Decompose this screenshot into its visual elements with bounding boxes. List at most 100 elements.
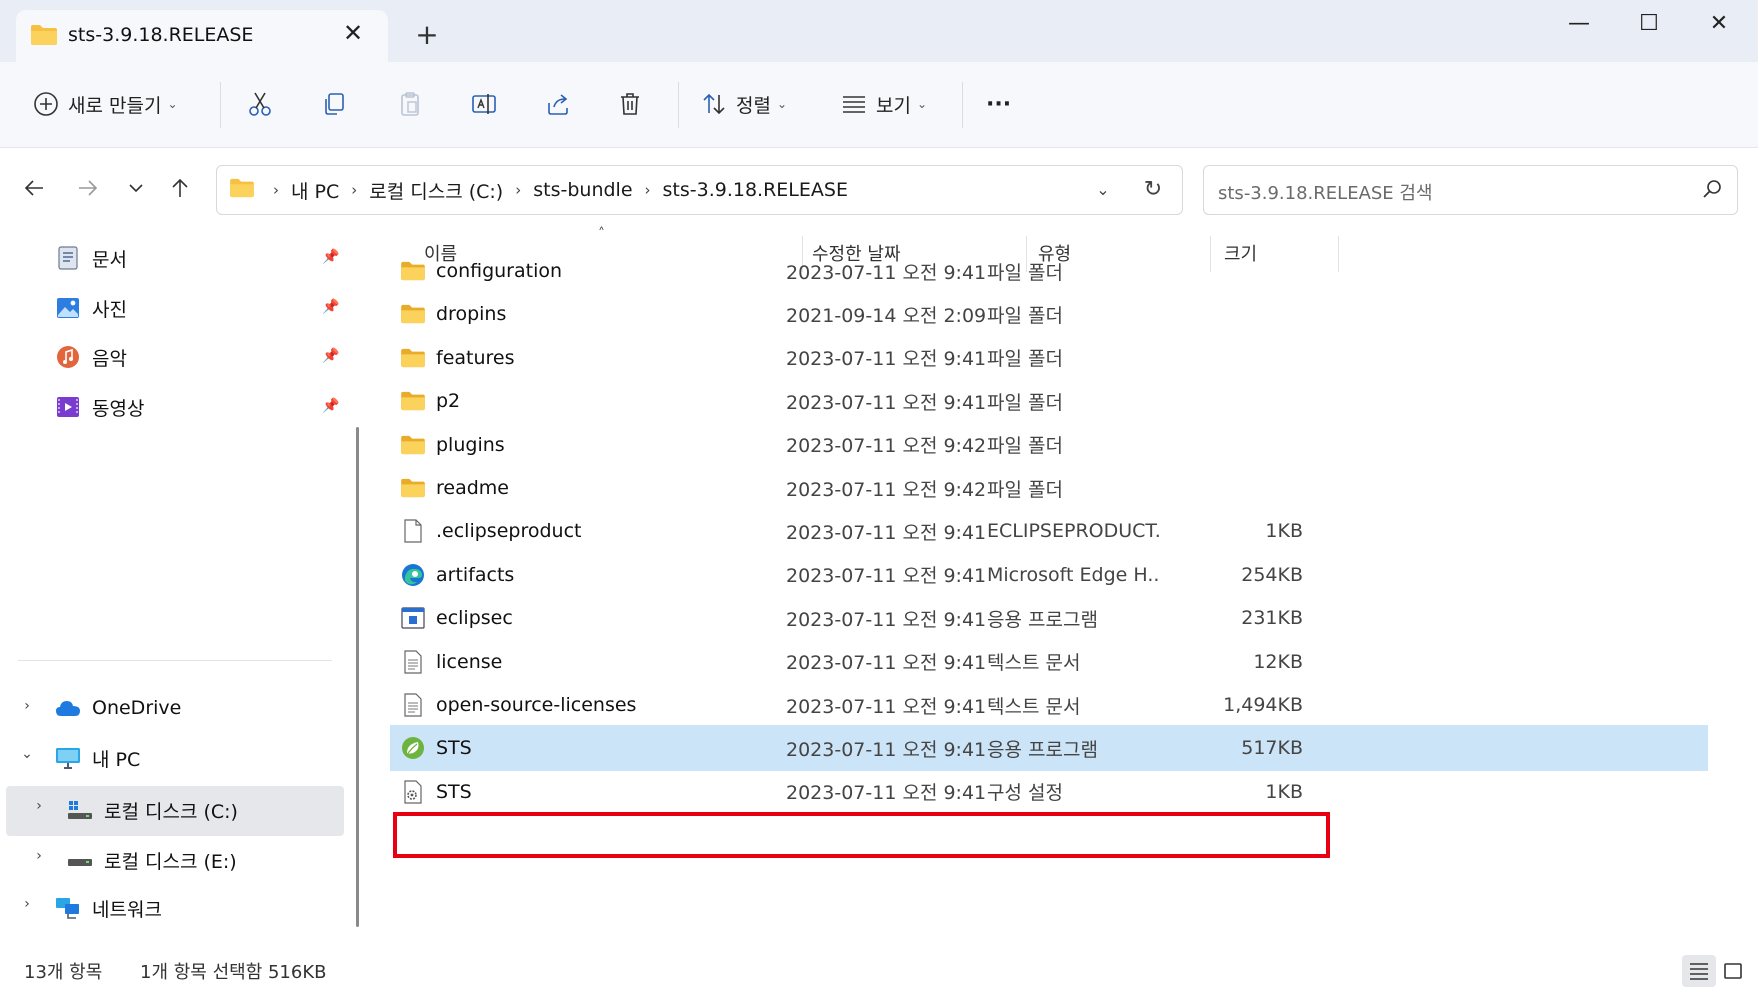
expand-chevron-icon[interactable]: › bbox=[28, 848, 50, 864]
folder-icon bbox=[400, 432, 426, 458]
navigation-pane: 문서 📌 사진 📌 음악 📌 동영상 📌 › OneDrive ⌄ 내 PC ›… bbox=[0, 232, 372, 950]
address-dropdown-chevron-icon[interactable]: ⌄ bbox=[1089, 176, 1117, 204]
file-row[interactable]: .eclipseproduct 2023-07-11 오전 9:41 ECLIPSE… bbox=[390, 508, 1708, 554]
file-name-cell: features bbox=[400, 335, 770, 381]
file-date: 2023-07-11 오전 9:41 bbox=[786, 261, 987, 284]
see-more-button[interactable]: ··· bbox=[986, 84, 1011, 124]
copy-button[interactable] bbox=[320, 84, 348, 124]
sidebar-item-onedrive[interactable]: OneDrive bbox=[54, 684, 181, 732]
search-input[interactable]: sts-3.9.18.RELEASE 검색 bbox=[1218, 179, 1433, 205]
folder-icon bbox=[400, 345, 426, 371]
share-button[interactable] bbox=[544, 84, 572, 124]
pin-icon[interactable]: 📌 bbox=[322, 398, 339, 414]
file-size bbox=[1158, 465, 1303, 511]
file-row[interactable]: dropins 2021-09-14 오전 2:09 파일 폴더 bbox=[390, 291, 1708, 337]
file-name-cell: readme bbox=[400, 465, 770, 511]
file-row[interactable]: open-source-licenses 2023-07-11 오전 9:41 텍스… bbox=[390, 682, 1708, 728]
large-icons-view-icon[interactable] bbox=[1716, 955, 1750, 987]
pictures-icon bbox=[54, 294, 82, 322]
breadcrumb: › 내 PC › 로컬 디스크 (C:) › sts-bundle › sts-… bbox=[229, 166, 848, 214]
file-row[interactable]: STS 2023-07-11 오전 9:41 응용 프로그램 517KB bbox=[390, 725, 1708, 772]
file-row[interactable]: readme 2023-07-11 오전 9:42 파일 폴더 bbox=[390, 465, 1708, 511]
file-size: 231KB bbox=[1241, 607, 1303, 630]
file-row[interactable]: license 2023-07-11 오전 9:41 텍스트 문서 12KB bbox=[390, 639, 1708, 685]
sidebar-item-music[interactable]: 음악 bbox=[54, 333, 127, 381]
file-size: 1,494KB bbox=[1223, 694, 1303, 716]
sidebar-item-label: 음악 bbox=[92, 347, 127, 370]
copy-icon bbox=[320, 90, 348, 118]
file-name: features bbox=[436, 346, 515, 369]
tab-current-folder[interactable]: sts-3.9.18.RELEASE ✕ bbox=[16, 10, 388, 62]
file-list-pane: 이름 ˄ 수정한 날짜 유형 크기 configuration 2023-07-1… bbox=[372, 226, 1758, 950]
expand-chevron-icon[interactable]: › bbox=[16, 896, 38, 912]
sidebar-item-label: OneDrive bbox=[92, 697, 182, 719]
sidebar-item-pictures[interactable]: 사진 bbox=[54, 284, 127, 332]
chevron-down-icon: ⌄ bbox=[167, 97, 178, 111]
sidebar-item-documents[interactable]: 문서 bbox=[54, 234, 127, 282]
sidebar-item-this-pc[interactable]: 내 PC bbox=[54, 734, 140, 782]
sidebar-item-local-disk-e[interactable]: 로컬 디스크 (E:) bbox=[66, 836, 237, 884]
pin-icon[interactable]: 📌 bbox=[322, 249, 339, 265]
collapse-chevron-icon[interactable]: ⌄ bbox=[16, 746, 38, 762]
file-row[interactable]: STS 2023-07-11 오전 9:41 구성 설정 1KB bbox=[390, 769, 1708, 815]
file-size: 1KB bbox=[1265, 780, 1303, 803]
close-window-button[interactable]: ✕ bbox=[1696, 8, 1742, 40]
breadcrumb-this-pc[interactable]: 내 PC bbox=[291, 177, 339, 204]
file-row[interactable]: artifacts 2023-07-11 오전 9:41 Microsoft Edg… bbox=[390, 552, 1708, 598]
forward-arrow-icon[interactable] bbox=[72, 172, 104, 204]
rename-icon bbox=[470, 90, 498, 118]
file-name: readme bbox=[436, 477, 509, 499]
expand-chevron-icon[interactable]: › bbox=[28, 798, 50, 814]
file-row[interactable]: features 2023-07-11 오전 9:41 파일 폴더 bbox=[390, 335, 1708, 381]
refresh-icon[interactable]: ↻ bbox=[1137, 174, 1169, 206]
file-row[interactable]: eclipsec 2023-07-11 오전 9:41 응용 프로그램 231KB bbox=[390, 595, 1708, 641]
file-type: Microsoft Edge H... bbox=[987, 563, 1159, 586]
pin-icon[interactable]: 📌 bbox=[322, 299, 339, 315]
new-tab-button[interactable]: + bbox=[412, 20, 442, 50]
breadcrumb-sts-bundle[interactable]: sts-bundle bbox=[533, 179, 632, 201]
paste-button[interactable] bbox=[396, 84, 424, 124]
exe-icon bbox=[400, 605, 426, 631]
minimize-button[interactable]: — bbox=[1556, 8, 1602, 40]
navigation-bar: › 내 PC › 로컬 디스크 (C:) › sts-bundle › sts-… bbox=[0, 148, 1758, 230]
sidebar-scrollbar[interactable] bbox=[356, 427, 359, 927]
file-type: 응용 프로그램 bbox=[987, 738, 1098, 761]
view-button[interactable]: 보기 ⌄ bbox=[840, 84, 927, 124]
up-arrow-icon[interactable] bbox=[164, 172, 196, 204]
recent-locations-chevron-icon[interactable] bbox=[120, 172, 152, 204]
sidebar-item-local-disk-c[interactable]: 로컬 디스크 (C:) bbox=[66, 786, 238, 834]
breadcrumb-current-folder[interactable]: sts-3.9.18.RELEASE bbox=[663, 179, 848, 201]
spring-icon bbox=[400, 735, 426, 761]
text-file-icon bbox=[400, 649, 426, 675]
documents-icon bbox=[54, 244, 82, 272]
back-arrow-icon[interactable] bbox=[18, 172, 50, 204]
maximize-button[interactable]: ☐ bbox=[1626, 8, 1672, 40]
new-button[interactable]: 새로 만들기 ⌄ bbox=[32, 84, 178, 124]
address-bar[interactable]: › 내 PC › 로컬 디스크 (C:) › sts-bundle › sts-… bbox=[216, 165, 1183, 215]
sort-button-label: 정렬 bbox=[736, 94, 771, 117]
pin-icon[interactable]: 📌 bbox=[322, 348, 339, 364]
file-name: dropins bbox=[436, 303, 507, 326]
expand-chevron-icon[interactable]: › bbox=[16, 698, 38, 714]
sidebar-item-videos[interactable]: 동영상 bbox=[54, 383, 144, 431]
file-name-cell: dropins bbox=[400, 291, 770, 337]
file-name-cell: p2 bbox=[400, 378, 770, 424]
file-row[interactable]: configuration 2023-07-11 오전 9:41 파일 폴더 bbox=[390, 248, 1708, 294]
file-date: 2023-07-11 오전 9:41 bbox=[786, 391, 987, 414]
title-bar: sts-3.9.18.RELEASE ✕ + — ☐ ✕ bbox=[0, 0, 1758, 62]
search-box[interactable]: sts-3.9.18.RELEASE 검색 bbox=[1203, 165, 1738, 215]
breadcrumb-local-disk-c[interactable]: 로컬 디스크 (C:) bbox=[369, 177, 503, 204]
file-date: 2021-09-14 오전 2:09 bbox=[786, 304, 987, 327]
sort-button[interactable]: 정렬 ⌄ bbox=[700, 84, 787, 124]
tab-close-button[interactable]: ✕ bbox=[338, 18, 368, 48]
file-row[interactable]: plugins 2023-07-11 오전 9:42 파일 폴더 bbox=[390, 422, 1708, 468]
file-type: 파일 폴더 bbox=[987, 435, 1063, 458]
file-size bbox=[1158, 378, 1303, 424]
sidebar-item-network[interactable]: 네트워크 bbox=[54, 884, 162, 932]
file-row[interactable]: p2 2023-07-11 오전 9:41 파일 폴더 bbox=[390, 378, 1708, 424]
details-view-icon[interactable] bbox=[1682, 955, 1716, 987]
folder-icon bbox=[400, 258, 426, 284]
cut-button[interactable] bbox=[246, 84, 274, 124]
delete-button[interactable] bbox=[616, 84, 644, 124]
rename-button[interactable] bbox=[470, 84, 498, 124]
